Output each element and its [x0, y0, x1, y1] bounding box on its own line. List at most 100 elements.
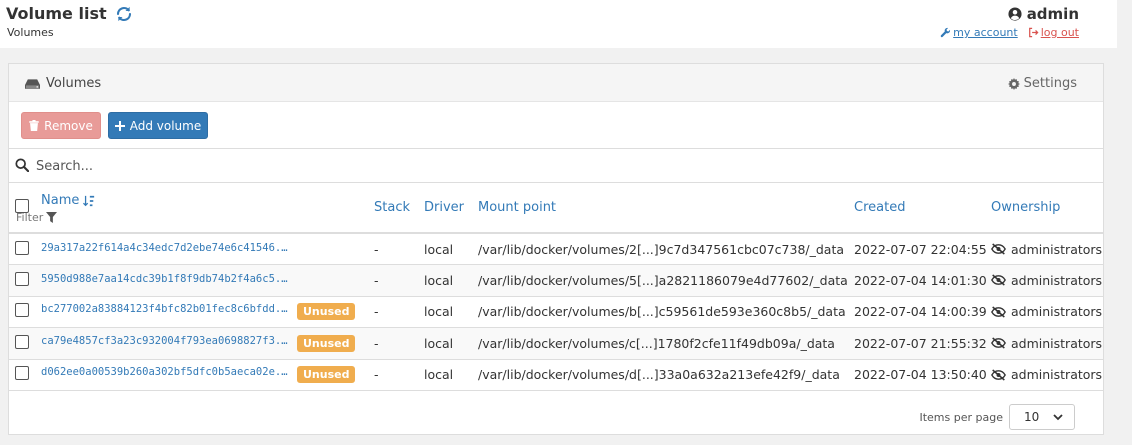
volume-name-link[interactable]: d062ee0a00539b260a302bf5dfc0b5aeca02e... [41, 366, 293, 378]
created-cell: 2022-07-07 22:04:55 [854, 241, 987, 257]
chevron-down-icon [1053, 413, 1063, 420]
table-row: bc277002a83884123f4bfc82b01fec8c6bfdd...… [9, 296, 1103, 328]
settings-button[interactable]: Settings [1007, 76, 1077, 91]
row-checkbox[interactable] [15, 334, 29, 349]
user-circle-icon [1008, 7, 1022, 21]
page-title: Volume list [6, 4, 133, 23]
row-checkbox[interactable] [15, 271, 29, 286]
stack-cell: - [374, 335, 379, 351]
created-cell: 2022-07-07 21:55:32 [854, 335, 987, 351]
unused-badge: Unused [297, 303, 356, 321]
ownership-label: administrators [1011, 335, 1103, 351]
mount-point-cell: /var/lib/docker/volumes/2[...]9c7d347561… [478, 241, 845, 257]
table-footer: Items per page 10 [9, 399, 1103, 434]
name-column-label: Name [41, 193, 80, 208]
stack-cell: - [374, 241, 379, 257]
mount-point-column-header[interactable]: Mount point [478, 183, 854, 233]
search-input[interactable] [36, 155, 636, 177]
created-cell: 2022-07-04 14:01:30 [854, 272, 987, 288]
driver-cell: local [424, 367, 454, 383]
filter-icon [46, 212, 58, 223]
eye-slash-icon [991, 274, 1006, 286]
panel-title: Volumes [25, 76, 101, 91]
table-body: 29a317a22f614a4c34edc7d2ebe74e6c41546...… [9, 233, 1103, 391]
user-links: my account log out [940, 26, 1079, 39]
plus-icon [114, 120, 125, 131]
driver-column-header[interactable]: Driver [424, 183, 478, 233]
ownership-label: administrators [1011, 304, 1103, 320]
ownership-cell: administrators [991, 273, 1103, 288]
table-row: ca79e4857cf3a23c932004f793ea0698827f3...… [9, 327, 1103, 359]
ownership-label: administrators [1011, 272, 1103, 288]
ownership-label: administrators [1011, 367, 1103, 383]
driver-cell: local [424, 304, 454, 320]
wrench-icon [940, 27, 951, 38]
driver-cell: local [424, 272, 454, 288]
add-volume-label: Add volume [129, 118, 202, 133]
page-title-text: Volume list [6, 4, 107, 23]
eye-slash-icon [991, 337, 1006, 349]
ownership-column-header[interactable]: Ownership [991, 183, 1103, 233]
sign-out-icon [1028, 27, 1039, 38]
gear-icon [1007, 77, 1020, 90]
search-icon [15, 158, 29, 172]
row-checkbox[interactable] [15, 240, 29, 255]
created-cell: 2022-07-04 13:50:40 [854, 367, 987, 383]
mount-point-cell: /var/lib/docker/volumes/d[...]33a0a632a2… [478, 367, 840, 383]
top-bar: Volume list Volumes admin my account log… [0, 0, 1117, 48]
user-info: admin [1008, 5, 1079, 23]
stack-column-header[interactable]: Stack [374, 183, 424, 233]
actions-bar: Remove Add volume [9, 102, 1103, 149]
trash-icon [29, 120, 39, 131]
log-out-link[interactable]: log out [1028, 26, 1079, 39]
unused-badge: Unused [297, 334, 356, 352]
ownership-cell: administrators [991, 336, 1103, 351]
volumes-table: Name Filter Stack Driver Mount point Cre… [9, 183, 1103, 391]
driver-cell: local [424, 241, 454, 257]
filter-button[interactable]: Filter [16, 211, 374, 224]
mount-point-cell: /var/lib/docker/volumes/5[...]a282118607… [478, 272, 848, 288]
panel-title-text: Volumes [46, 76, 102, 91]
mount-point-cell: /var/lib/docker/volumes/c[...]1780f2cfe1… [478, 335, 835, 351]
remove-label: Remove [44, 118, 93, 133]
eye-slash-icon [991, 306, 1006, 318]
panel-header: Volumes Settings [9, 64, 1103, 102]
volume-name-link[interactable]: ca79e4857cf3a23c932004f793ea0698827f3... [41, 335, 293, 347]
table-row: 29a317a22f614a4c34edc7d2ebe74e6c41546...… [9, 233, 1103, 265]
volume-name-link[interactable]: 5950d988e7aa14cdc39b1f8f9db74b2f4a6c5... [41, 273, 293, 285]
filter-label: Filter [16, 211, 44, 224]
ownership-cell: administrators [991, 242, 1103, 257]
name-column-header: Name Filter [16, 183, 374, 233]
row-checkbox[interactable] [15, 366, 29, 381]
volume-name-link[interactable]: 29a317a22f614a4c34edc7d2ebe74e6c41546... [41, 242, 293, 254]
settings-label: Settings [1023, 76, 1077, 91]
log-out-label: log out [1040, 26, 1079, 39]
eye-slash-icon [991, 243, 1006, 255]
table-header-row: Name Filter Stack Driver Mount point Cre… [9, 183, 1103, 233]
ownership-cell: administrators [991, 367, 1103, 382]
table-row: d062ee0a00539b260a302bf5dfc0b5aeca02e...… [9, 359, 1103, 391]
username: admin [1026, 5, 1079, 23]
created-column-header[interactable]: Created [854, 183, 991, 233]
ownership-cell: administrators [991, 304, 1103, 319]
row-checkbox[interactable] [15, 303, 29, 318]
unused-badge: Unused [297, 366, 356, 384]
volumes-panel: Volumes Settings Remove Add volume Searc… [8, 63, 1104, 435]
items-per-page-select[interactable]: 10 [1009, 404, 1075, 430]
breadcrumb: Volumes [7, 26, 54, 39]
refresh-icon[interactable] [115, 5, 133, 23]
created-cell: 2022-07-04 14:00:39 [854, 304, 987, 320]
my-account-link[interactable]: my account [940, 26, 1018, 39]
search-bar [9, 149, 1103, 183]
sort-by-name[interactable]: Name [41, 193, 374, 208]
mount-point-cell: /var/lib/docker/volumes/b[...]c59561de59… [478, 304, 846, 320]
items-per-page-value: 10 [1024, 410, 1040, 424]
eye-slash-icon [991, 369, 1006, 381]
stack-cell: - [374, 367, 379, 383]
stack-cell: - [374, 272, 379, 288]
sort-desc-icon [83, 195, 95, 206]
remove-button[interactable]: Remove [21, 112, 101, 139]
hdd-icon [25, 78, 40, 89]
volume-name-link[interactable]: bc277002a83884123f4bfc82b01fec8c6bfdd... [41, 303, 293, 315]
add-volume-button[interactable]: Add volume [108, 112, 208, 139]
